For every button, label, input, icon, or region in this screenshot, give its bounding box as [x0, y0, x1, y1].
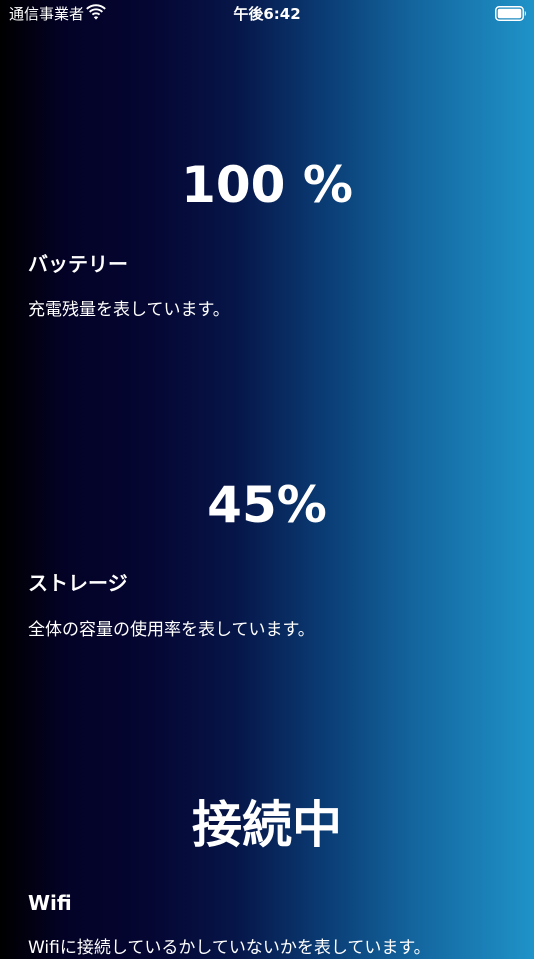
battery-title: バッテリー — [28, 252, 128, 276]
status-bar: 通信事業者 午後6:42 — [0, 0, 534, 30]
wifi-description: Wifiに接続しているかしていないかを表しています。 — [28, 938, 431, 958]
storage-percentage: 45% — [207, 476, 327, 534]
storage-description: 全体の容量の使用率を表しています。 — [28, 620, 315, 640]
status-time: 午後6:42 — [233, 5, 301, 23]
battery-percentage: 100 % — [181, 156, 353, 214]
storage-title: ストレージ — [28, 571, 128, 595]
wifi-title: Wifi — [28, 891, 72, 915]
battery-full-icon — [495, 6, 526, 21]
wifi-status: 接続中 — [192, 796, 342, 854]
battery-description: 充電残量を表しています。 — [28, 300, 230, 320]
